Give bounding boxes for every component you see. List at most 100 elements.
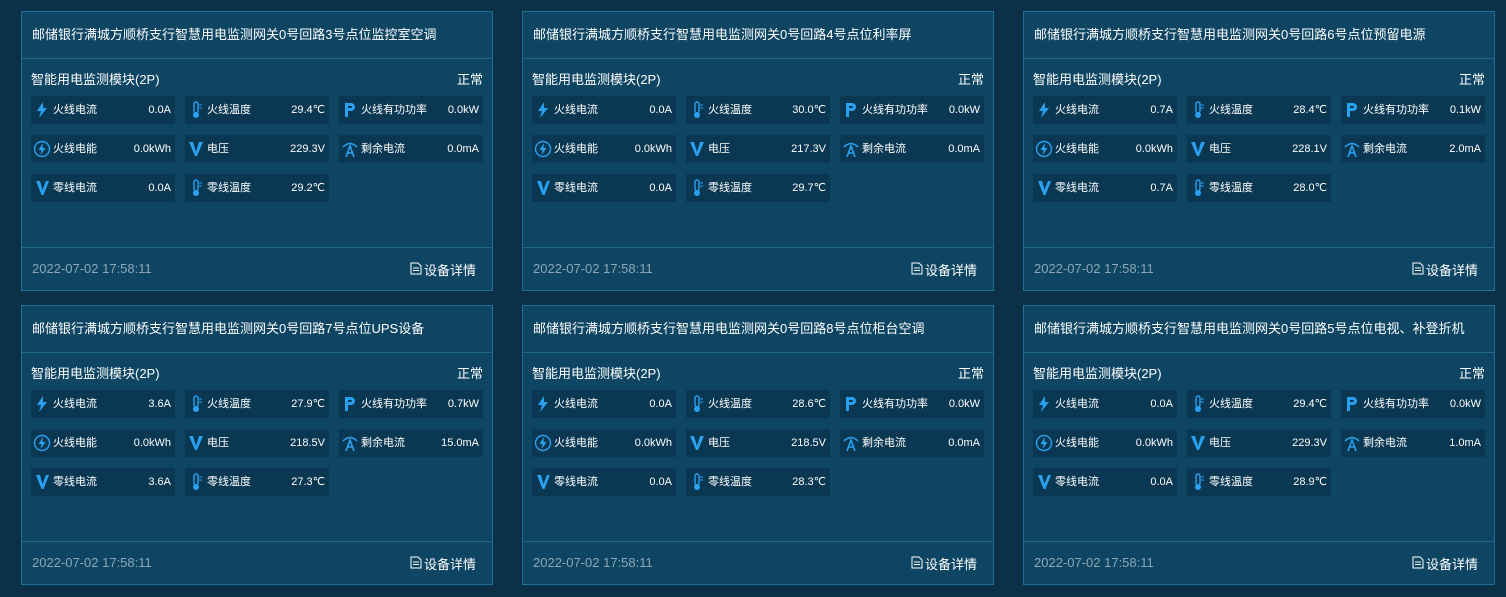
metric-label: 电压: [708, 143, 730, 155]
metric-label: 火线温度: [708, 104, 752, 116]
metric-value: 0.0kWh: [634, 437, 672, 449]
residual-current-icon: [842, 434, 860, 452]
energy-icon: [33, 140, 51, 158]
metric-tile: 火线有功功率 0.0kW: [840, 96, 984, 124]
power-p-icon: [1343, 101, 1361, 119]
status-badge: 正常: [1458, 366, 1485, 381]
metric-value: 0.0A: [649, 476, 672, 488]
metric-label: 剩余电流: [1363, 143, 1407, 155]
metric-value: 218.5V: [791, 437, 826, 449]
monitor-card-grid: 邮储银行满城方顺桥支行智慧用电监测网关0号回路3号点位监控室空调 智能用电监测模…: [0, 0, 1506, 597]
metric-tile: 火线温度 29.4℃: [185, 96, 329, 124]
metric-label: 剩余电流: [361, 143, 405, 155]
thermometer-icon: [1189, 179, 1207, 197]
update-timestamp: 2022-07-02 17:58:11: [1034, 555, 1154, 570]
update-timestamp: 2022-07-02 17:58:11: [32, 555, 152, 570]
metric-value: 29.7℃: [792, 182, 826, 194]
device-detail-label: 设备详情: [423, 557, 476, 572]
metric-label: 零线电流: [53, 182, 97, 194]
metric-value: 0.7A: [1150, 104, 1173, 116]
thermometer-icon: [1189, 473, 1207, 491]
metric-label: 火线温度: [207, 104, 251, 116]
device-card: 邮储银行满城方顺桥支行智慧用电监测网关0号回路7号点位UPS设备 智能用电监测模…: [21, 305, 493, 585]
metric-label: 火线电能: [53, 143, 97, 155]
metric-tile: 电压 229.3V: [185, 135, 329, 163]
module-row: 智能用电监测模块(2P) 正常: [532, 69, 984, 89]
device-detail-label: 设备详情: [423, 263, 476, 278]
document-icon: [1412, 262, 1426, 278]
metric-value: 0.0A: [649, 104, 672, 116]
module-name: 智能用电监测模块(2P): [31, 72, 160, 87]
metric-value: 3.6A: [148, 476, 171, 488]
metric-tile: 电压 228.1V: [1187, 135, 1331, 163]
voltage-icon: [688, 140, 706, 158]
metric-tile: 剩余电流 0.0mA: [840, 429, 984, 457]
metric-value: 28.9℃: [1293, 476, 1327, 488]
power-p-icon: [842, 101, 860, 119]
metric-label: 火线温度: [207, 398, 251, 410]
metric-tile: 剩余电流 0.0mA: [339, 135, 483, 163]
module-name: 智能用电监测模块(2P): [532, 366, 661, 381]
energy-icon: [1035, 140, 1053, 158]
metric-label: 零线电流: [1055, 476, 1099, 488]
metric-value: 217.3V: [791, 143, 826, 155]
thermometer-icon: [688, 179, 706, 197]
metric-label: 火线电流: [1055, 398, 1099, 410]
device-detail-button[interactable]: 设备详情: [410, 554, 476, 573]
metric-tile: 火线电能 0.0kWh: [532, 429, 676, 457]
energy-icon: [33, 434, 51, 452]
metric-label: 零线电流: [554, 476, 598, 488]
metric-tile: 电压 218.5V: [185, 429, 329, 457]
status-badge: 正常: [456, 366, 483, 381]
metric-value: 2.0mA: [1449, 143, 1481, 155]
metric-label: 电压: [708, 437, 730, 449]
metric-tile: 火线电流 0.0A: [532, 390, 676, 418]
metric-tile: 零线温度 28.9℃: [1187, 468, 1331, 496]
metric-label: 火线电能: [53, 437, 97, 449]
module-name: 智能用电监测模块(2P): [31, 366, 160, 381]
metric-tile: 剩余电流 15.0mA: [339, 429, 483, 457]
metric-label: 零线温度: [207, 182, 251, 194]
metric-tile: 火线电流 0.7A: [1033, 96, 1177, 124]
metric-value: 0.0A: [1150, 398, 1173, 410]
metric-tile: 火线有功功率 0.7kW: [339, 390, 483, 418]
metric-value: 28.0℃: [1293, 182, 1327, 194]
metric-value: 0.7kW: [447, 398, 479, 410]
thermometer-icon: [187, 179, 205, 197]
metric-value: 0.7A: [1150, 182, 1173, 194]
thermometer-icon: [187, 101, 205, 119]
metric-value: 0.0kWh: [1135, 437, 1173, 449]
update-timestamp: 2022-07-02 17:58:11: [533, 261, 653, 276]
metric-tile: 火线电能 0.0kWh: [1033, 429, 1177, 457]
metric-value: 229.3V: [1292, 437, 1327, 449]
metric-label: 火线有功功率: [1363, 104, 1429, 116]
metric-tile: 零线温度 27.3℃: [185, 468, 329, 496]
metric-tile: 零线电流 0.0A: [1033, 468, 1177, 496]
thermometer-icon: [1189, 395, 1207, 413]
device-detail-button[interactable]: 设备详情: [911, 260, 977, 279]
device-detail-button[interactable]: 设备详情: [410, 260, 476, 279]
device-title: 邮储银行满城方顺桥支行智慧用电监测网关0号回路7号点位UPS设备: [22, 306, 492, 353]
metric-tile: 火线有功功率 0.0kW: [840, 390, 984, 418]
device-detail-button[interactable]: 设备详情: [1412, 554, 1478, 573]
metric-value: 0.0kWh: [634, 143, 672, 155]
status-badge: 正常: [957, 72, 984, 87]
update-timestamp: 2022-07-02 17:58:11: [1034, 261, 1154, 276]
metric-tile: 火线有功功率 0.0kW: [339, 96, 483, 124]
metric-value: 0.0A: [649, 398, 672, 410]
metric-value: 29.4℃: [291, 104, 325, 116]
metric-value: 28.6℃: [792, 398, 826, 410]
card-footer: 2022-07-02 17:58:11 设备详情: [523, 541, 993, 584]
metric-label: 剩余电流: [862, 437, 906, 449]
document-icon: [911, 262, 925, 278]
metric-label: 零线电流: [554, 182, 598, 194]
metric-value: 0.0kW: [447, 104, 479, 116]
bolt-icon: [534, 395, 552, 413]
card-footer: 2022-07-02 17:58:11 设备详情: [1024, 247, 1494, 290]
power-p-icon: [341, 101, 359, 119]
metric-label: 火线温度: [708, 398, 752, 410]
device-detail-button[interactable]: 设备详情: [1412, 260, 1478, 279]
metric-tile: 火线电流 3.6A: [31, 390, 175, 418]
metric-label: 剩余电流: [1363, 437, 1407, 449]
device-detail-button[interactable]: 设备详情: [911, 554, 977, 573]
